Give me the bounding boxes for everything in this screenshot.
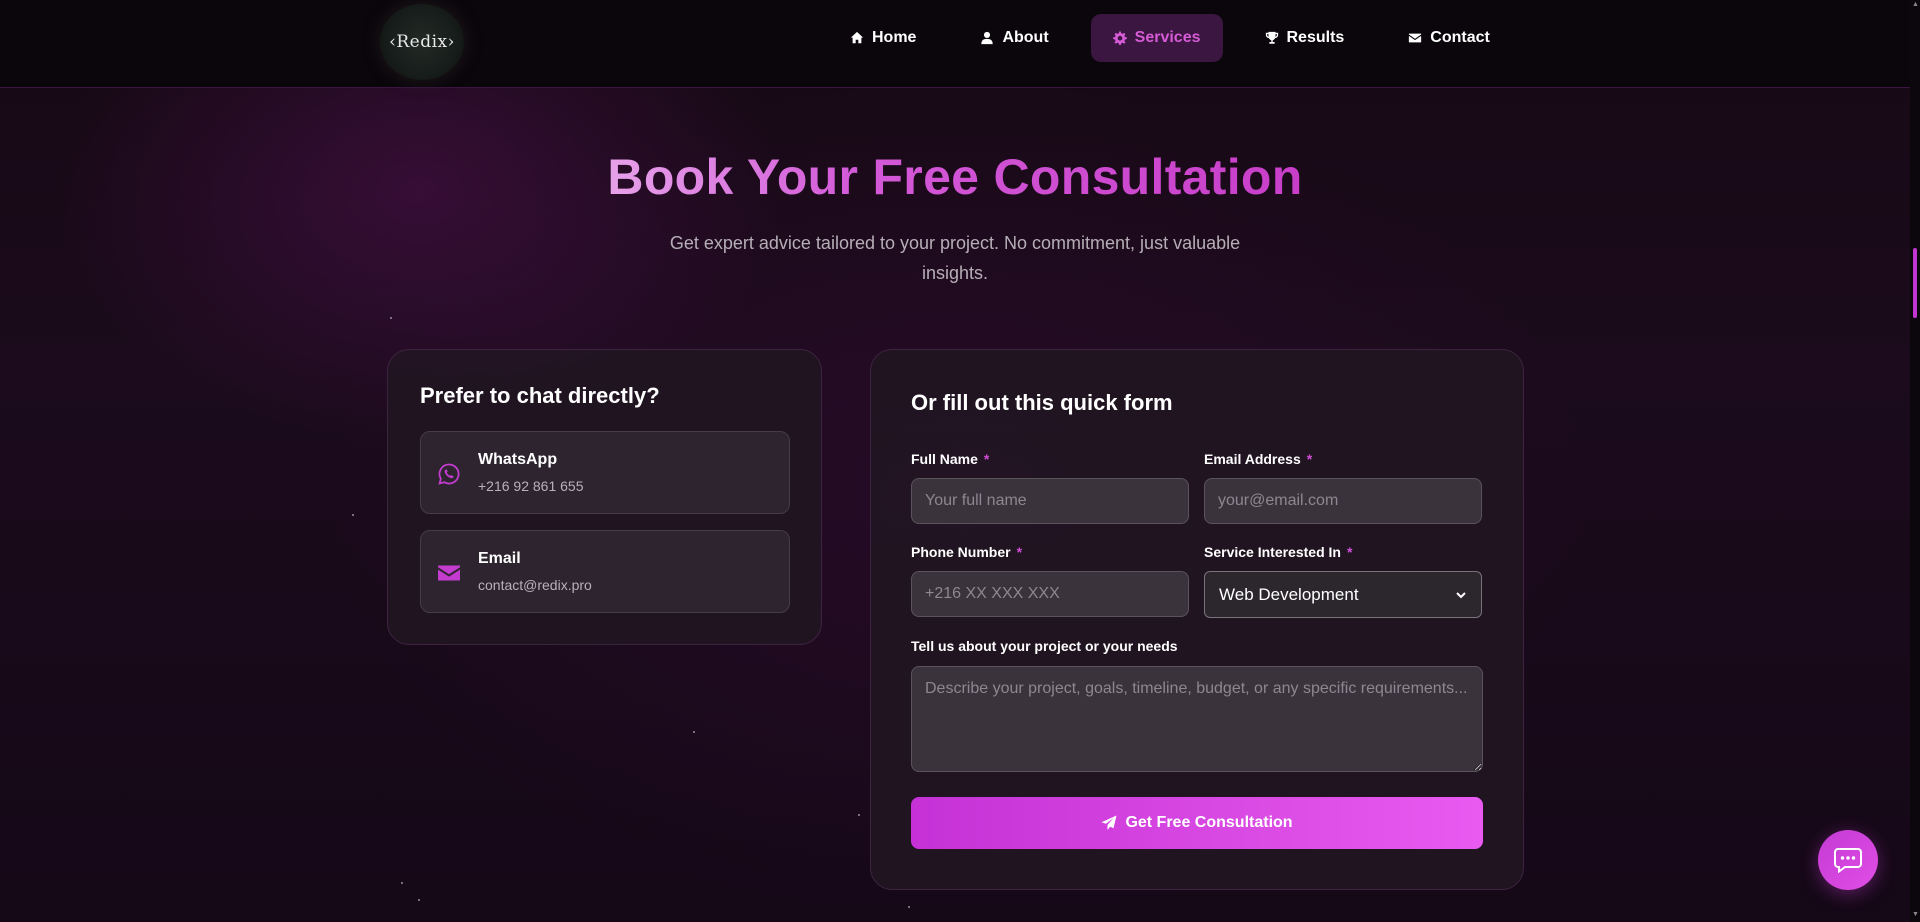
background-star bbox=[908, 906, 910, 908]
envelope-icon bbox=[1409, 33, 1422, 43]
whatsapp-icon bbox=[437, 462, 461, 486]
whatsapp-label: WhatsApp bbox=[478, 451, 558, 468]
full-name-label-text: Full Name bbox=[911, 451, 978, 467]
phone-number-label: Phone Number * bbox=[911, 544, 1022, 560]
submit-button-label: Get Free Consultation bbox=[1125, 814, 1293, 831]
page-title-text: Book Your Free Consultation bbox=[607, 149, 1303, 205]
direct-chat-title: Prefer to chat directly? bbox=[420, 383, 660, 408]
chat-bubble-icon bbox=[1834, 848, 1862, 873]
whatsapp-number: +216 92 861 655 bbox=[478, 478, 584, 494]
service-select[interactable]: Web Development bbox=[1204, 571, 1482, 618]
submit-button[interactable]: Get Free Consultation bbox=[911, 797, 1483, 849]
email-address-label-text: Email Address bbox=[1204, 451, 1301, 467]
email-input[interactable] bbox=[1204, 478, 1482, 524]
project-label: Tell us about your project or your needs bbox=[911, 638, 1178, 654]
nav-contact[interactable]: Contact bbox=[1386, 14, 1512, 62]
email-address-label: Email Address * bbox=[1204, 451, 1312, 467]
phone-number-label-text: Phone Number bbox=[911, 544, 1011, 560]
nav-services[interactable]: Services bbox=[1090, 14, 1223, 62]
nav-home[interactable]: Home bbox=[828, 14, 938, 62]
form-title: Or fill out this quick form bbox=[911, 390, 1173, 415]
main-nav: Home About Services Results Contact bbox=[828, 14, 1532, 62]
logo[interactable]: ‹Redix› bbox=[380, 4, 464, 80]
page-scrollbar[interactable]: ▲ ▼ bbox=[1910, 0, 1920, 922]
background-star bbox=[401, 882, 403, 884]
paper-plane-icon bbox=[1101, 815, 1117, 830]
user-icon bbox=[981, 31, 994, 45]
page-title: Book Your Free Consultation bbox=[0, 148, 1910, 206]
nav-contact-label: Contact bbox=[1430, 29, 1490, 46]
nav-about[interactable]: About bbox=[958, 14, 1070, 62]
whatsapp-contact[interactable]: WhatsApp +216 92 861 655 bbox=[420, 431, 790, 514]
scroll-down-arrow[interactable]: ▼ bbox=[1912, 911, 1919, 918]
required-mark: * bbox=[1346, 544, 1353, 560]
full-name-input[interactable] bbox=[911, 478, 1189, 524]
background-star bbox=[693, 731, 695, 733]
email-address: contact@redix.pro bbox=[478, 577, 592, 593]
background-star bbox=[390, 317, 392, 319]
gear-icon bbox=[1112, 31, 1127, 45]
service-label: Service Interested In * bbox=[1204, 544, 1352, 560]
logo-text: ‹Redix› bbox=[389, 32, 455, 52]
chat-widget-button[interactable] bbox=[1818, 830, 1878, 890]
page-subtitle: Get expert advice tailored to your proje… bbox=[669, 233, 1241, 283]
home-icon bbox=[850, 31, 864, 44]
service-label-text: Service Interested In bbox=[1204, 544, 1341, 560]
trophy-icon bbox=[1265, 31, 1278, 44]
nav-results-label: Results bbox=[1286, 29, 1345, 46]
background-star bbox=[352, 514, 354, 516]
email-label: Email bbox=[478, 550, 521, 567]
consultation-form-card: Or fill out this quick form Full Name * E… bbox=[870, 349, 1524, 890]
scroll-thumb[interactable] bbox=[1913, 248, 1917, 318]
email-contact[interactable]: Email contact@redix.pro bbox=[420, 530, 790, 613]
background-star bbox=[858, 814, 860, 816]
envelope-icon bbox=[437, 561, 461, 585]
scroll-up-arrow[interactable]: ▲ bbox=[1912, 1, 1919, 8]
nav-services-label: Services bbox=[1134, 29, 1201, 46]
project-textarea[interactable] bbox=[911, 666, 1483, 772]
chevron-down-icon bbox=[1456, 591, 1466, 598]
full-name-label: Full Name * bbox=[911, 451, 989, 467]
nav-home-label: Home bbox=[872, 29, 917, 46]
background-star bbox=[418, 899, 420, 901]
required-mark: * bbox=[983, 451, 990, 467]
nav-results[interactable]: Results bbox=[1243, 14, 1367, 62]
service-select-value: Web Development bbox=[1219, 584, 1359, 604]
nav-about-label: About bbox=[1002, 29, 1049, 46]
site-header: ‹Redix› Home About Services Results Cont… bbox=[0, 0, 1910, 88]
required-mark: * bbox=[1016, 544, 1023, 560]
phone-input[interactable] bbox=[911, 571, 1189, 617]
direct-chat-card: Prefer to chat directly? WhatsApp +216 9… bbox=[387, 349, 822, 645]
required-mark: * bbox=[1306, 451, 1313, 467]
